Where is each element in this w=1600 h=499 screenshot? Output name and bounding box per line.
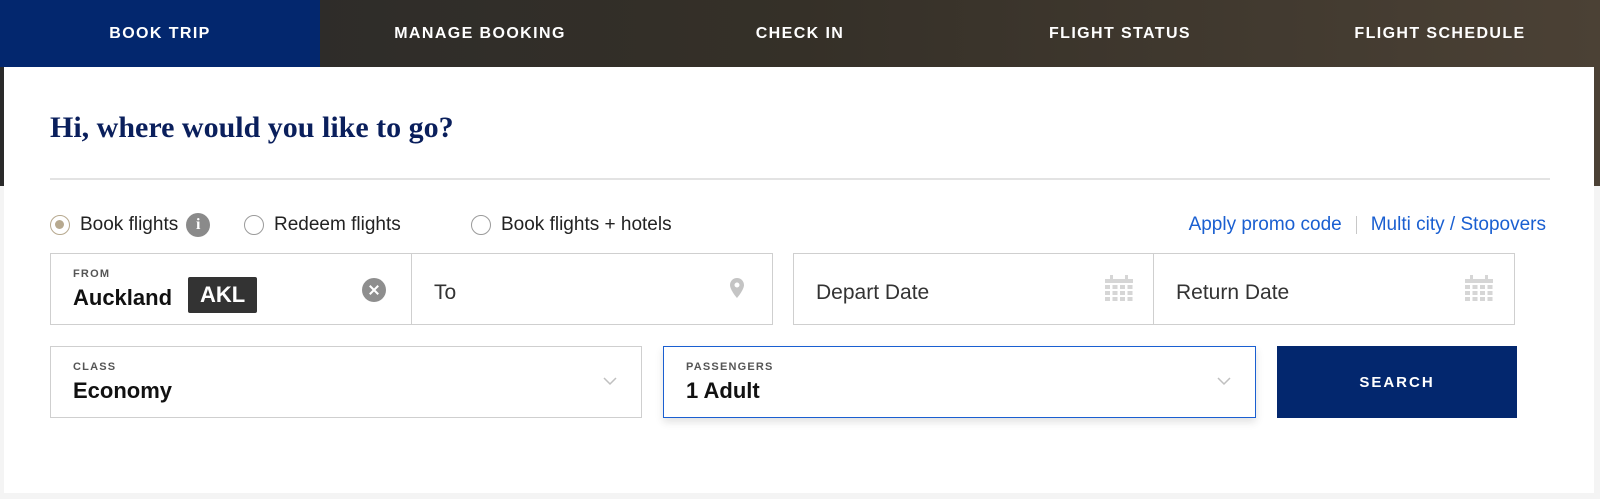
- tab-book-trip[interactable]: BOOK TRIP: [0, 0, 320, 67]
- tab-flight-status[interactable]: FLIGHT STATUS: [960, 0, 1280, 67]
- calendar-icon: [1465, 275, 1493, 301]
- airport-code-badge: AKL: [188, 277, 258, 313]
- chevron-down-icon: [603, 377, 617, 386]
- class-label: CLASS: [73, 361, 117, 373]
- to-field[interactable]: To: [411, 253, 773, 325]
- depart-date-placeholder: Depart Date: [816, 281, 930, 304]
- to-placeholder: To: [434, 281, 457, 304]
- trip-type-book-flights[interactable]: Book flights i: [50, 210, 211, 240]
- radio-flights-hotels[interactable]: [471, 215, 491, 235]
- link-separator: [1355, 216, 1357, 234]
- search-button[interactable]: SEARCH: [1277, 346, 1517, 418]
- info-icon[interactable]: i: [186, 213, 211, 237]
- class-value: Economy: [73, 378, 173, 403]
- clear-icon[interactable]: [362, 278, 386, 302]
- tab-manage-booking[interactable]: MANAGE BOOKING: [320, 0, 640, 67]
- passengers-select[interactable]: PASSENGERS 1 Adult: [663, 346, 1256, 418]
- radio-redeem-flights[interactable]: [244, 215, 264, 235]
- booking-panel: Hi, where would you like to go? Book fli…: [4, 67, 1594, 493]
- location-pin-icon: [730, 278, 744, 298]
- tab-flight-schedule[interactable]: FLIGHT SCHEDULE: [1280, 0, 1600, 67]
- from-label: FROM: [73, 268, 111, 280]
- multi-city-link[interactable]: Multi city / Stopovers: [1371, 214, 1546, 236]
- from-field[interactable]: FROM Auckland AKL: [50, 253, 413, 325]
- radio-label-flights-hotels: Book flights + hotels: [501, 214, 672, 235]
- return-date-placeholder: Return Date: [1176, 281, 1290, 304]
- passengers-label: PASSENGERS: [686, 361, 774, 373]
- trip-type-redeem-flights[interactable]: Redeem flights: [244, 210, 401, 240]
- links-row: Apply promo code Multi city / Stopovers: [1189, 210, 1546, 240]
- trip-type-flights-hotels[interactable]: Book flights + hotels: [471, 210, 672, 240]
- tab-check-in[interactable]: CHECK IN: [640, 0, 960, 67]
- from-city: Auckland: [73, 285, 173, 310]
- radio-label-redeem-flights: Redeem flights: [274, 214, 401, 235]
- depart-date-field[interactable]: Depart Date: [793, 253, 1155, 325]
- page-title: Hi, where would you like to go?: [50, 111, 454, 144]
- apply-promo-code-link[interactable]: Apply promo code: [1189, 214, 1342, 236]
- chevron-down-icon: [1217, 377, 1231, 386]
- calendar-icon: [1105, 275, 1133, 301]
- main-nav: BOOK TRIP MANAGE BOOKING CHECK IN FLIGHT…: [0, 0, 1600, 67]
- radio-book-flights[interactable]: [50, 215, 70, 235]
- divider: [50, 178, 1550, 180]
- return-date-field[interactable]: Return Date: [1153, 253, 1515, 325]
- radio-label-book-flights: Book flights: [80, 214, 179, 235]
- passengers-value: 1 Adult: [686, 378, 760, 403]
- class-select[interactable]: CLASS Economy: [50, 346, 642, 418]
